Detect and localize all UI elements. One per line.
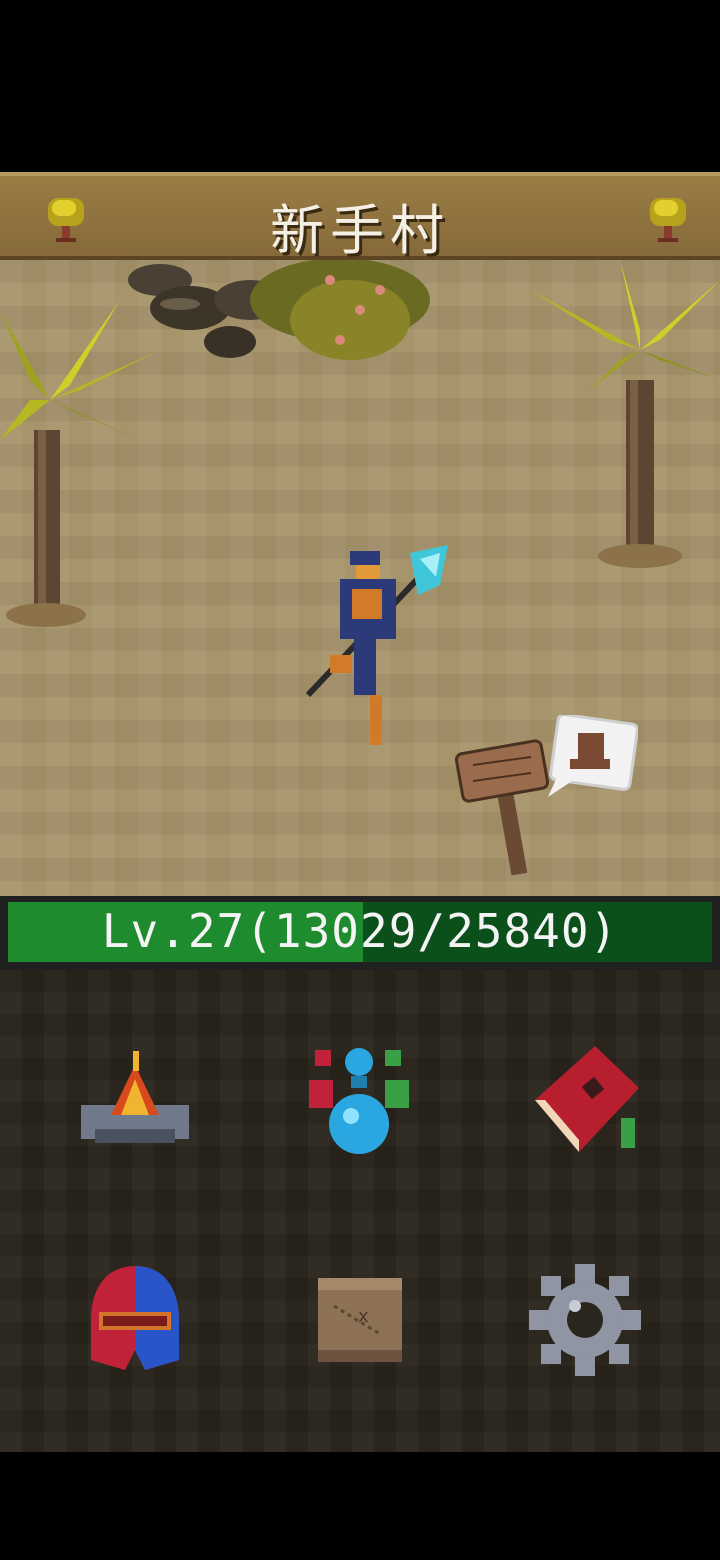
tree-icon bbox=[650, 198, 686, 242]
xp-panel: Lv.27(13029/25840) bbox=[0, 896, 720, 970]
campfire-button[interactable] bbox=[55, 1020, 215, 1180]
helmet-icon bbox=[91, 1266, 179, 1370]
bush bbox=[250, 260, 430, 360]
quest-bubble[interactable] bbox=[548, 715, 638, 800]
xp-bar: Lv.27(13029/25840) bbox=[8, 902, 712, 962]
bottom-letterbox bbox=[0, 1452, 720, 1560]
signpost[interactable] bbox=[455, 725, 555, 885]
spellbook-icon bbox=[535, 1046, 639, 1152]
potion-button[interactable] bbox=[280, 1020, 440, 1180]
top-letterbox bbox=[0, 0, 720, 172]
player-character[interactable] bbox=[300, 545, 450, 755]
palm-tree bbox=[530, 260, 720, 568]
map-icon: x bbox=[318, 1278, 402, 1362]
campfire-icon bbox=[81, 1051, 189, 1143]
palm-tree bbox=[0, 300, 160, 627]
gear-icon bbox=[529, 1264, 641, 1376]
settings-button[interactable] bbox=[505, 1240, 665, 1400]
main-menu: x bbox=[0, 970, 720, 1452]
location-header: 新手村 bbox=[0, 172, 720, 262]
map-button[interactable]: x bbox=[280, 1240, 440, 1400]
potion-icon bbox=[309, 1048, 409, 1154]
helmet-button[interactable] bbox=[55, 1240, 215, 1400]
game-scene[interactable] bbox=[0, 260, 720, 896]
spellbook-button[interactable] bbox=[505, 1020, 665, 1180]
xp-label: Lv.27(13029/25840) bbox=[101, 904, 619, 958]
location-title: 新手村 bbox=[270, 199, 450, 262]
